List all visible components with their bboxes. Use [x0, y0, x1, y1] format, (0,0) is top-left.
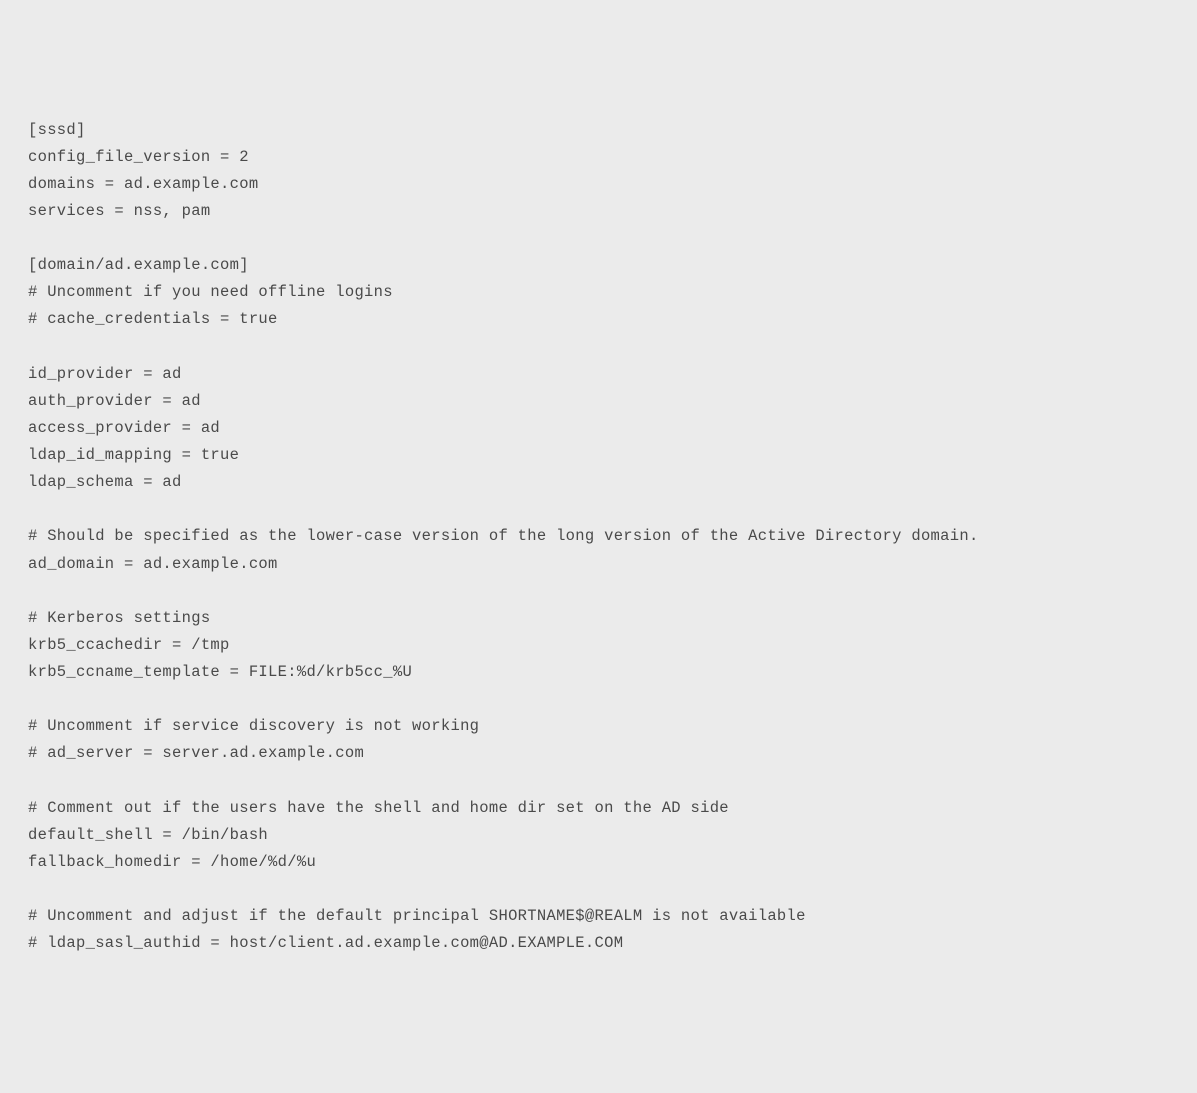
code-line: ad_domain = ad.example.com	[28, 555, 278, 573]
code-line: auth_provider = ad	[28, 392, 201, 410]
code-line: ldap_schema = ad	[28, 473, 182, 491]
code-line: services = nss, pam	[28, 202, 210, 220]
code-line: # cache_credentials = true	[28, 310, 278, 328]
code-line: [sssd]	[28, 121, 86, 139]
code-line: krb5_ccachedir = /tmp	[28, 636, 230, 654]
code-line: config_file_version = 2	[28, 148, 249, 166]
config-code-block: [sssd] config_file_version = 2 domains =…	[28, 117, 1169, 958]
code-line: # ldap_sasl_authid = host/client.ad.exam…	[28, 934, 623, 952]
code-line: krb5_ccname_template = FILE:%d/krb5cc_%U	[28, 663, 412, 681]
code-line: domains = ad.example.com	[28, 175, 258, 193]
code-line: # Uncomment if service discovery is not …	[28, 717, 479, 735]
code-line: fallback_homedir = /home/%d/%u	[28, 853, 316, 871]
code-line: # Uncomment and adjust if the default pr…	[28, 907, 806, 925]
code-line: ldap_id_mapping = true	[28, 446, 239, 464]
code-line: # Kerberos settings	[28, 609, 210, 627]
code-line: # Should be specified as the lower-case …	[28, 527, 979, 545]
code-line: # Uncomment if you need offline logins	[28, 283, 393, 301]
code-line: id_provider = ad	[28, 365, 182, 383]
code-line: default_shell = /bin/bash	[28, 826, 268, 844]
code-line: [domain/ad.example.com]	[28, 256, 249, 274]
code-line: # Comment out if the users have the shel…	[28, 799, 729, 817]
code-line: access_provider = ad	[28, 419, 220, 437]
code-line: # ad_server = server.ad.example.com	[28, 744, 364, 762]
